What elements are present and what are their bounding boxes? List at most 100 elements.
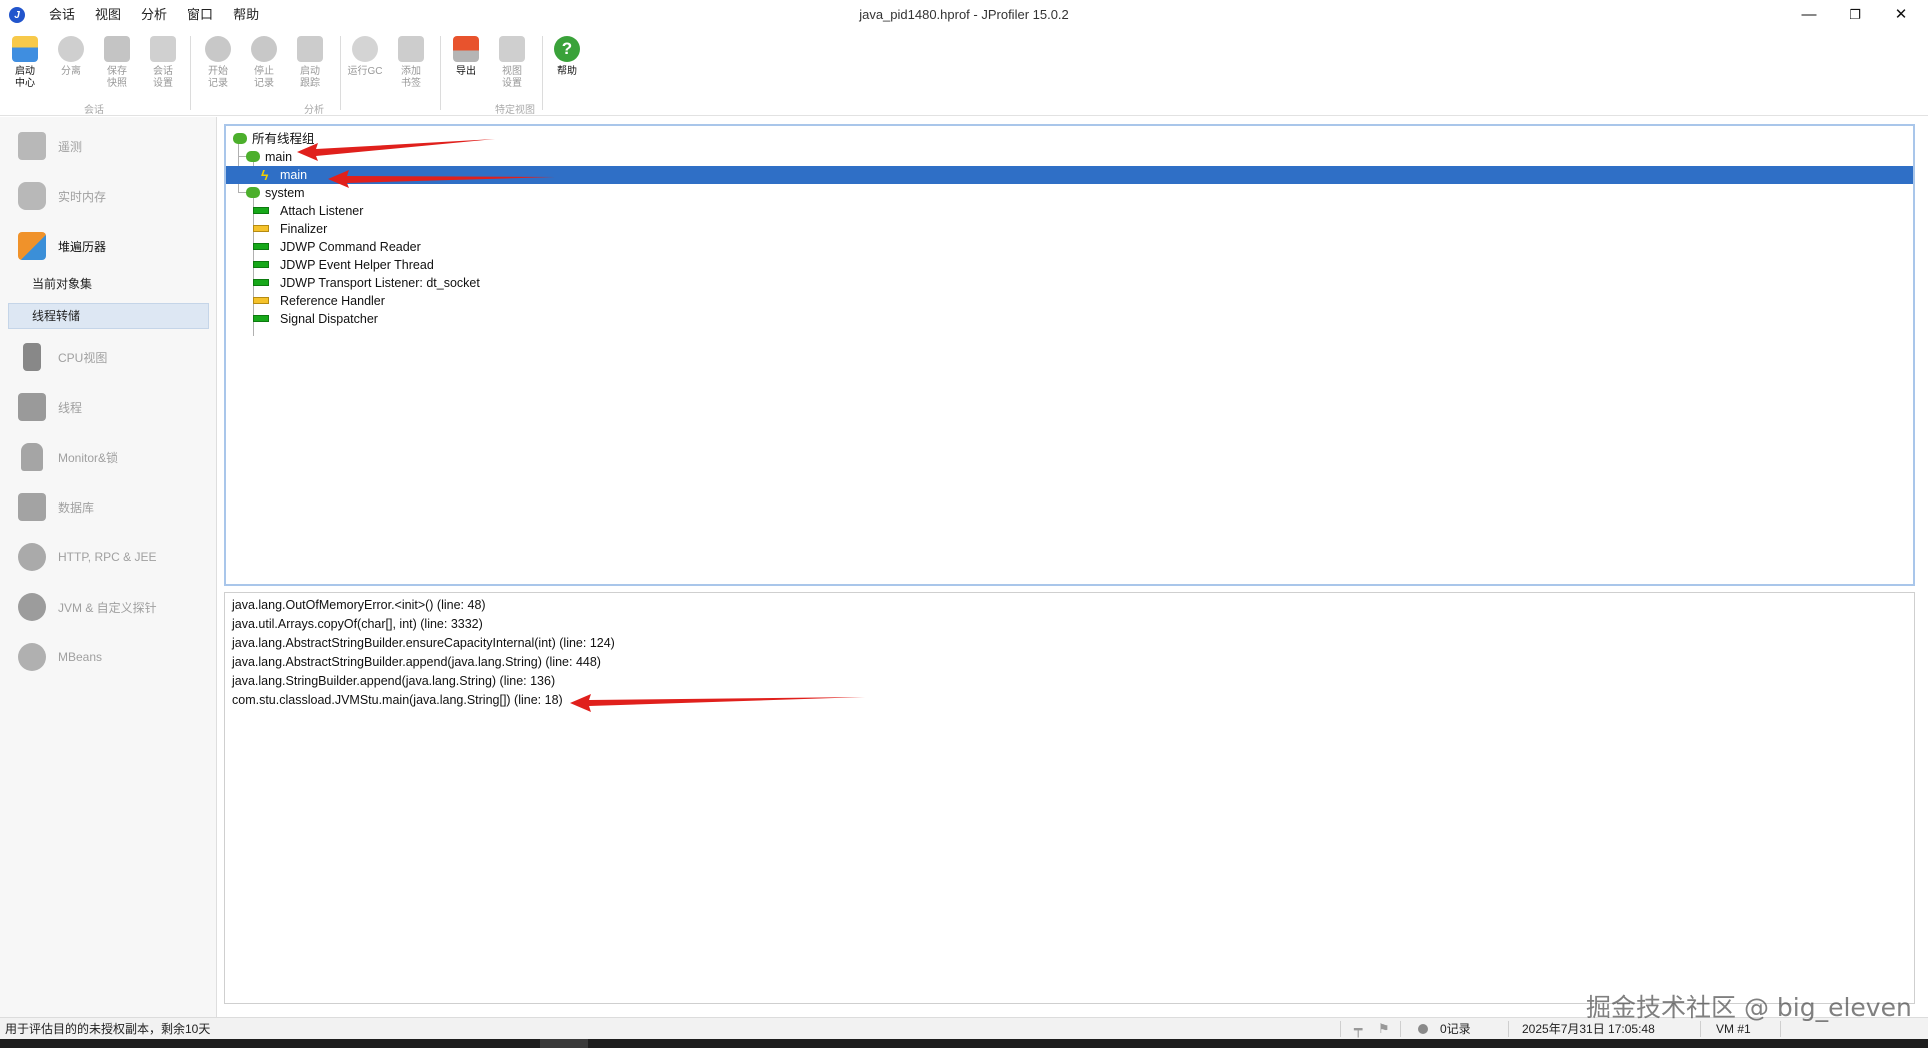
sidebar-item-threads[interactable]: 线程 (0, 385, 217, 429)
session-settings-icon (150, 36, 176, 62)
sidebar-item-telemetry[interactable]: 遥测 (0, 124, 217, 168)
stack-trace-panel[interactable]: java.lang.OutOfMemoryError.<init>() (lin… (224, 592, 1915, 1004)
tree-node-thread-main[interactable]: ϟ main (226, 166, 1913, 184)
close-button[interactable]: ✕ (1878, 0, 1924, 30)
stack-frame[interactable]: java.lang.StringBuilder.append(java.lang… (232, 672, 555, 690)
database-icon (18, 493, 46, 521)
start-recording-button[interactable]: 开始 记录 (196, 34, 240, 102)
flag-icon[interactable]: ⚑ (1378, 1018, 1390, 1040)
runnable-thread-icon (253, 243, 269, 250)
stack-frame[interactable]: java.lang.AbstractStringBuilder.ensureCa… (232, 634, 615, 652)
view-settings-button[interactable]: 视图 设置 (490, 34, 534, 102)
thread-group-icon (233, 133, 247, 144)
add-bookmark-button[interactable]: 添加 书签 (389, 34, 433, 102)
stack-frame[interactable]: com.stu.classload.JVMStu.main(java.lang.… (232, 691, 563, 709)
menu-help[interactable]: 帮助 (223, 0, 269, 30)
toolbar-separator (542, 36, 543, 110)
bookmark-icon (398, 36, 424, 62)
menu-analyze[interactable]: 分析 (131, 0, 177, 30)
heap-walker-icon (18, 232, 46, 260)
tree-node-thread[interactable]: JDWP Command Reader (226, 238, 1913, 256)
run-gc-button[interactable]: 运行GC (343, 34, 387, 102)
help-button[interactable]: ? 帮助 (545, 34, 589, 102)
sidebar-item-heap-walker[interactable]: 堆遍历器 (0, 224, 217, 268)
export-button[interactable]: 导出 (444, 34, 488, 102)
sidebar: 遥测 实时内存 堆遍历器 当前对象集 线程转储 CPU视图 线程 Monitor… (0, 117, 217, 1017)
thread-group-icon (246, 187, 260, 198)
status-separator (1400, 1021, 1401, 1037)
toolbar-group-session: 会话 (84, 105, 104, 116)
probe-icon (18, 593, 46, 621)
detach-button[interactable]: 分离 (49, 34, 93, 102)
waiting-thread-icon (253, 297, 269, 304)
toolbar-separator (440, 36, 441, 110)
session-settings-button[interactable]: 会话 设置 (141, 34, 185, 102)
stack-frame[interactable]: java.lang.AbstractStringBuilder.append(j… (232, 653, 601, 671)
tree-node-thread[interactable]: JDWP Transport Listener: dt_socket (226, 274, 1913, 292)
start-record-icon (205, 36, 231, 62)
start-tracking-icon (297, 36, 323, 62)
sidebar-item-monitors-locks[interactable]: Monitor&锁 (0, 435, 217, 479)
thread-group-icon (246, 151, 260, 162)
running-thread-icon: ϟ (261, 167, 269, 183)
taskbar-strip (0, 1039, 1928, 1048)
sidebar-subitem-thread-dump[interactable]: 线程转储 (8, 303, 209, 329)
watermark: 掘金技术社区 @ big_eleven (1586, 993, 1912, 1022)
toolbar-group-analyze: 分析 (304, 105, 324, 116)
tree-node-thread[interactable]: JDWP Event Helper Thread (226, 256, 1913, 274)
title-bar: J 会话 视图 分析 窗口 帮助 (0, 0, 1928, 30)
tree-node-thread[interactable]: Reference Handler (226, 292, 1913, 310)
minimize-button[interactable]: — (1786, 0, 1832, 30)
waiting-thread-icon (253, 225, 269, 232)
live-memory-icon (18, 182, 46, 210)
start-tracking-button[interactable]: 启动 跟踪 (288, 34, 332, 102)
stack-frame[interactable]: java.util.Arrays.copyOf(char[], int) (li… (232, 615, 483, 633)
stop-recording-button[interactable]: 停止 记录 (242, 34, 286, 102)
view-settings-icon (499, 36, 525, 62)
runnable-thread-icon (253, 315, 269, 322)
pin-icon[interactable]: ┯ (1354, 1018, 1362, 1040)
jprofiler-logo-icon: J (9, 7, 25, 23)
tree-node-group-system[interactable]: system (226, 184, 1913, 202)
toolbar: 启动 中心 分离 保存 快照 会话 设置 开始 记录 停止 记录 启动 跟踪 运… (0, 30, 1928, 116)
tree-node-thread[interactable]: Finalizer (226, 220, 1913, 238)
restore-button[interactable]: ❐ (1832, 0, 1878, 30)
record-status-icon (1418, 1024, 1428, 1034)
menu-session[interactable]: 会话 (39, 0, 85, 30)
tree-node-thread[interactable]: Signal Dispatcher (226, 310, 1913, 328)
stop-record-icon (251, 36, 277, 62)
status-separator (1340, 1021, 1341, 1037)
toolbar-separator (190, 36, 191, 110)
tree-node-thread[interactable]: Attach Listener (226, 202, 1913, 220)
detach-icon (58, 36, 84, 62)
sidebar-item-databases[interactable]: 数据库 (0, 485, 217, 529)
sidebar-subitem-current-objects[interactable]: 当前对象集 (8, 271, 209, 297)
export-icon (453, 36, 479, 62)
toolbar-group-view-specific: 特定视图 (495, 105, 535, 116)
sidebar-item-http-rpc-jee[interactable]: HTTP, RPC & JEE (0, 535, 217, 579)
sidebar-item-cpu-views[interactable]: CPU视图 (0, 335, 217, 379)
gc-icon (352, 36, 378, 62)
sidebar-item-mbeans[interactable]: MBeans (0, 635, 217, 679)
menu-view[interactable]: 视图 (85, 0, 131, 30)
runnable-thread-icon (253, 261, 269, 268)
status-separator (1508, 1021, 1509, 1037)
lock-icon (21, 443, 43, 471)
save-icon (104, 36, 130, 62)
record-count: 0记录 (1440, 1022, 1471, 1036)
mbeans-icon (18, 643, 46, 671)
tree-node-group-main[interactable]: main (226, 148, 1913, 166)
sidebar-item-live-memory[interactable]: 实时内存 (0, 174, 217, 218)
tree-node-root[interactable]: 所有线程组 (226, 130, 1913, 148)
stack-frame[interactable]: java.lang.OutOfMemoryError.<init>() (lin… (232, 596, 486, 614)
sidebar-item-jvm-probes[interactable]: JVM & 自定义探针 (0, 585, 217, 629)
runnable-thread-icon (253, 207, 269, 214)
thread-tree[interactable]: 所有线程组 main ϟ main system Attach Listener… (224, 124, 1915, 586)
folder-icon (12, 36, 38, 62)
start-center-button[interactable]: 启动 中心 (3, 34, 47, 102)
taskbar-item (540, 1039, 588, 1048)
help-icon: ? (554, 36, 580, 62)
runnable-thread-icon (253, 279, 269, 286)
menu-window[interactable]: 窗口 (177, 0, 223, 30)
save-snapshot-button[interactable]: 保存 快照 (95, 34, 139, 102)
